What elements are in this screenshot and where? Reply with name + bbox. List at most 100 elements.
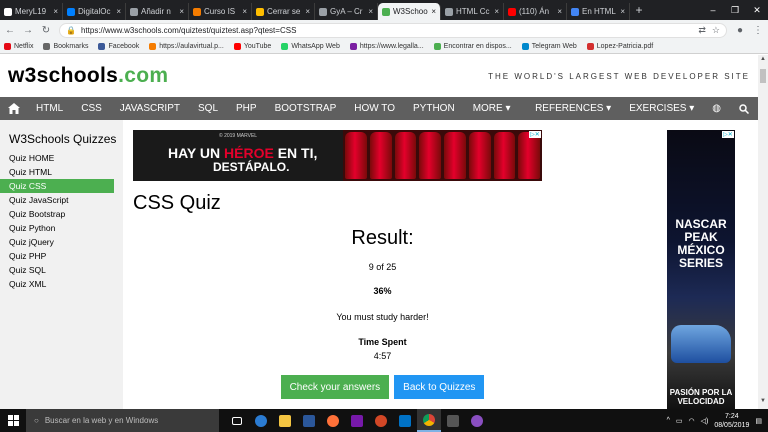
site-logo[interactable]: w3schools.com [8,64,168,88]
new-tab-icon[interactable]: + [630,3,648,20]
wifi-icon[interactable]: ◠ [689,417,695,425]
back-icon[interactable]: ← [5,25,15,36]
chrome-icon[interactable] [417,409,441,432]
firefox-icon[interactable] [321,409,345,432]
nav-item[interactable]: JAVASCRIPT [111,97,189,120]
check-answers-button[interactable]: Check your answers [280,375,390,399]
page-scrollbar[interactable]: ▲ ▼ [758,55,768,409]
onenote-icon[interactable] [345,409,369,432]
close-tab-icon[interactable]: × [557,7,562,16]
close-window-icon[interactable]: ✕ [746,5,768,16]
sidebar-link[interactable]: Quiz JavaScript [0,193,123,207]
task-view-icon[interactable] [225,409,249,432]
url-input[interactable]: 🔒 https://www.w3schools.com/quiztest/qui… [59,22,727,38]
battery-icon[interactable]: ▭ [676,417,683,425]
bookmark-item[interactable]: Bookmarks [43,43,88,50]
close-tab-icon[interactable]: × [620,7,625,16]
bookmark-item[interactable]: https://aulavirtual.p... [149,43,224,50]
taskbar-search[interactable]: ○ Buscar en la web y en Windows [26,409,219,432]
sidebar-link[interactable]: Quiz CSS [0,179,114,193]
bookmark-item[interactable]: Telegram Web [521,43,577,50]
bookmark-item[interactable]: WhatsApp Web [281,43,340,50]
ad-close-icon[interactable]: ▷✕ [722,131,734,138]
close-tab-icon[interactable]: × [494,7,499,16]
browser-tab[interactable]: MeryL19 × [0,3,63,20]
minimize-icon[interactable]: – [702,5,724,15]
browser-tab[interactable]: (110) Án × [504,3,567,20]
browser-tab[interactable]: En HTML × [567,3,630,20]
bookmark-item[interactable]: Encontrar en dispos... [433,43,512,50]
sidebar-link[interactable]: Quiz jQuery [0,235,123,249]
sidebar-link[interactable]: Quiz XML [0,277,123,291]
sidebar-link[interactable]: Quiz HTML [0,165,123,179]
file-explorer-icon[interactable] [273,409,297,432]
browser-tab[interactable]: Añadir n × [126,3,189,20]
bookmark-label: WhatsApp Web [291,43,340,50]
powerpoint-icon[interactable] [369,409,393,432]
browser-tab[interactable]: W3Schoo × [378,3,441,20]
sidebar-link[interactable]: Quiz Python [0,221,123,235]
forward-icon[interactable]: → [23,25,33,36]
scroll-down-icon[interactable]: ▼ [758,398,768,408]
browser-tab[interactable]: DigitalOc × [63,3,126,20]
nav-item[interactable]: PHP [227,97,266,120]
star-icon[interactable]: ☆ [712,25,720,36]
browser-tab[interactable]: Curso IS × [189,3,252,20]
nav-item[interactable]: PYTHON [404,97,464,120]
close-tab-icon[interactable]: × [179,7,184,16]
system-clock[interactable]: 7:24 08/05/2019 [714,412,749,430]
tab-label: Cerrar se [267,7,301,16]
scrollbar-thumb[interactable] [760,69,766,83]
bookmark-item[interactable]: Netflix [4,43,33,50]
close-tab-icon[interactable]: × [368,7,373,16]
nav-item[interactable]: CSS [72,97,111,120]
store-icon[interactable] [441,409,465,432]
nav-item[interactable]: HTML [27,97,72,120]
close-tab-icon[interactable]: × [305,7,310,16]
account-icon[interactable]: ● [735,25,745,36]
globe-icon[interactable]: ◍ [703,97,730,120]
nav-item[interactable]: MORE ▾ [464,97,520,120]
nav-item-right[interactable]: REFERENCES ▾ [526,97,620,120]
banner-ad[interactable]: © 2019 MARVEL HAY UN HÉROE EN TI, DESTÁP… [133,130,542,181]
close-tab-icon[interactable]: × [431,7,436,16]
sidebar-link[interactable]: Quiz PHP [0,249,123,263]
bookmark-item[interactable]: Facebook [98,43,139,50]
nav-item-right[interactable]: EXERCISES ▾ [620,97,703,120]
translate-icon[interactable]: ⇄ [698,25,706,36]
browser-tab[interactable]: Cerrar se × [252,3,315,20]
bookmark-item[interactable]: YouTube [233,43,271,50]
windows-start-icon[interactable] [0,409,26,432]
nav-item[interactable]: BOOTSTRAP [266,97,346,120]
sidebar-link[interactable]: Quiz HOME [0,151,123,165]
notifications-icon[interactable]: ▤ [755,417,762,425]
browser-tab[interactable]: GyA – Cr × [315,3,378,20]
sidebar-link[interactable]: Quiz Bootstrap [0,207,123,221]
ad-close-icon[interactable]: ▷✕ [529,131,541,138]
back-to-quizzes-button[interactable]: Back to Quizzes [394,375,485,399]
skyscraper-ad[interactable]: ▷✕ NASCAR PEAK MÉXICO SERIES PASIÓN POR … [667,130,735,409]
nav-item[interactable]: SQL [189,97,227,120]
close-tab-icon[interactable]: × [116,7,121,16]
close-tab-icon[interactable]: × [242,7,247,16]
home-icon[interactable] [0,97,27,120]
bookmark-item[interactable]: https://www.legalla... [349,43,424,50]
edge-icon[interactable] [249,409,273,432]
volume-icon[interactable]: ◁) [701,417,709,425]
restore-icon[interactable]: ❐ [724,5,746,16]
menu-icon[interactable]: ⋮ [753,25,763,36]
sidebar-link[interactable]: Quiz SQL [0,263,123,277]
close-tab-icon[interactable]: × [53,7,58,16]
clock-date: 08/05/2019 [714,421,750,429]
search-icon[interactable] [730,97,758,120]
scroll-up-icon[interactable]: ▲ [758,56,768,66]
taskbar-search-placeholder: Buscar en la web y en Windows [44,416,159,425]
reload-icon[interactable]: ↻ [41,25,51,36]
chevron-up-icon[interactable]: ^ [667,417,670,424]
browser-tab[interactable]: HTML Cc × [441,3,504,20]
bookmark-item[interactable]: Lopez-Patricia.pdf [586,43,653,50]
outlook-icon[interactable] [393,409,417,432]
nav-item[interactable]: HOW TO [345,97,404,120]
word-icon[interactable] [297,409,321,432]
app-icon[interactable] [465,409,489,432]
